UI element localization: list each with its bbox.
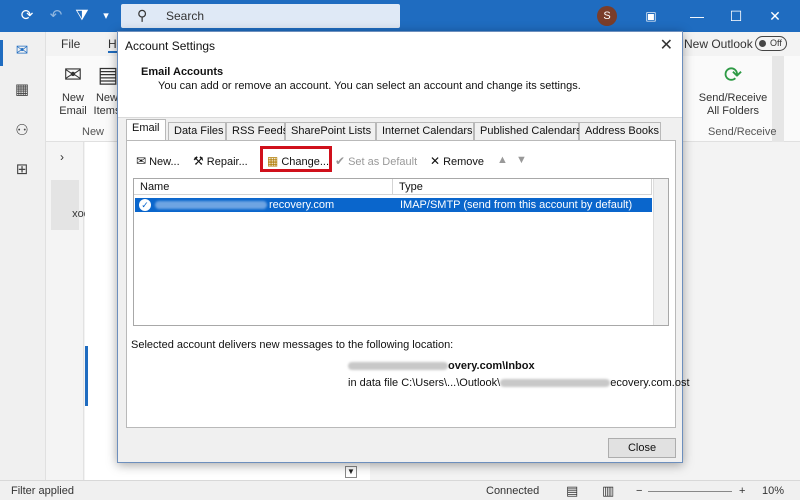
tab-rss-feeds[interactable]: RSS Feeds (226, 122, 288, 140)
customize-toolbar-icon[interactable]: ▾ (96, 6, 116, 26)
tab-published-calendars[interactable]: Published Calendars (474, 122, 582, 140)
search-box[interactable]: ⚲ Search (121, 4, 400, 28)
change-highlight-box (260, 146, 332, 172)
account-settings-dialog: Account Settings ✕ Email Accounts You ca… (117, 31, 690, 463)
selected-indicator (0, 40, 3, 66)
dialog-heading: Email Accounts (141, 66, 224, 78)
mail-icon[interactable]: ✉ (11, 40, 33, 62)
normal-view-icon[interactable]: ▤ (566, 483, 578, 499)
app-bar: ✉ ▦ ⚇ ⊞ (0, 32, 46, 480)
connection-status: Connected (486, 485, 540, 497)
minimize-button[interactable]: — (686, 5, 708, 27)
zoom-slider[interactable] (648, 491, 732, 492)
move-up-icon[interactable]: ▲ (497, 154, 508, 166)
set-default-button[interactable]: ✔ Set as Default (335, 154, 417, 168)
close-window-button[interactable]: ✕ (764, 5, 786, 27)
sync-icon[interactable]: ⟳ (17, 6, 37, 26)
calendar-icon[interactable]: ▦ (11, 79, 33, 101)
maximize-button[interactable]: ☐ (725, 5, 747, 27)
new-outlook-toggle[interactable]: Off (755, 36, 787, 51)
tab-file[interactable]: File (61, 37, 80, 51)
dialog-close-icon[interactable]: ✕ (660, 35, 673, 55)
default-account-check-icon: ✓ (139, 199, 151, 211)
tab-home[interactable]: H (108, 37, 117, 53)
reading-view-icon[interactable]: ▥ (602, 483, 614, 499)
group-label-new: New (82, 126, 105, 138)
accounts-list: Name Type ✓ recovery.com IMAP/SMTP (send… (133, 178, 669, 326)
zoom-level: 10% (762, 485, 785, 497)
redacted-email (348, 362, 448, 371)
tab-data-files[interactable]: Data Files (168, 122, 226, 140)
tab-sharepoint-lists[interactable]: SharePoint Lists (285, 122, 376, 140)
envelope-icon: ✉ (63, 62, 83, 87)
title-bar: ⟳ ↶ ⧩ ▾ ⚲ Search S ▣ — ☐ ✕ (0, 0, 800, 32)
scroll-down-icon[interactable]: ▼ (345, 466, 357, 478)
search-input[interactable]: Search (166, 9, 204, 23)
send-receive-icon: ⟳ (723, 62, 743, 87)
remove-button[interactable]: ✕ Remove (430, 154, 484, 168)
dialog-subtitle: You can add or remove an account. You ca… (158, 80, 581, 92)
search-icon: ⚲ (137, 7, 148, 23)
deliver-folder-path: overy.com\Inbox (348, 360, 535, 372)
people-icon[interactable]: ⚇ (11, 120, 33, 142)
remove-x-icon: ✕ (430, 154, 441, 168)
deliver-location-label: Selected account delivers new messages t… (131, 339, 454, 351)
column-type[interactable]: Type (393, 179, 652, 195)
ribbon-display-icon[interactable]: ▣ (640, 5, 662, 27)
zoom-in-icon[interactable]: + (739, 485, 745, 497)
checkmark-icon: ✔ (335, 154, 346, 168)
repair-button[interactable]: ⚒ Repair... (193, 154, 248, 168)
new-account-icon: ✉ (136, 154, 147, 168)
close-button[interactable]: Close (608, 438, 676, 458)
dialog-header: Account Settings ✕ Email Accounts You ca… (118, 32, 682, 118)
tab-email[interactable]: Email (126, 119, 166, 141)
status-bar: Filter applied Connected ▤ ▥ − + 10% (0, 480, 800, 500)
column-name[interactable]: Name (134, 179, 393, 195)
expand-chevron-icon[interactable]: › (60, 150, 64, 164)
redacted-email (155, 201, 267, 209)
list-scrollbar[interactable] (653, 179, 668, 325)
undo-icon[interactable]: ↶ (46, 6, 66, 26)
deliver-data-file: in data file C:\Users\...\Outlook\ ecover… (348, 377, 690, 389)
account-type: IMAP/SMTP (send from this account by def… (400, 199, 633, 211)
inbox-folder[interactable]: Inbox 13 (51, 180, 99, 230)
move-down-icon[interactable]: ▼ (516, 154, 527, 166)
tab-internet-calendars[interactable]: Internet Calendars (376, 122, 474, 140)
zoom-out-icon[interactable]: − (636, 485, 642, 497)
new-outlook-label: New Outlook (684, 37, 753, 51)
redacted-email (500, 379, 611, 388)
apps-icon[interactable]: ⊞ (11, 159, 33, 181)
group-label-send-receive: Send/Receive (708, 126, 777, 138)
send-receive-all-button[interactable]: ⟳ Send/Receive All Folders (698, 62, 768, 118)
filter-status: Filter applied (11, 485, 74, 497)
account-row[interactable]: ✓ recovery.com IMAP/SMTP (send from this… (135, 198, 652, 212)
dialog-title: Account Settings (125, 39, 216, 53)
avatar[interactable]: S (597, 6, 617, 26)
new-account-button[interactable]: ✉ New... (136, 154, 180, 168)
account-email: recovery.com (269, 199, 335, 211)
new-email-button[interactable]: ✉ New Email (56, 62, 90, 118)
unread-indicator (85, 346, 88, 406)
tab-address-books[interactable]: Address Books (579, 122, 661, 140)
filter-icon[interactable]: ⧩ (72, 6, 92, 26)
repair-icon: ⚒ (193, 154, 204, 168)
